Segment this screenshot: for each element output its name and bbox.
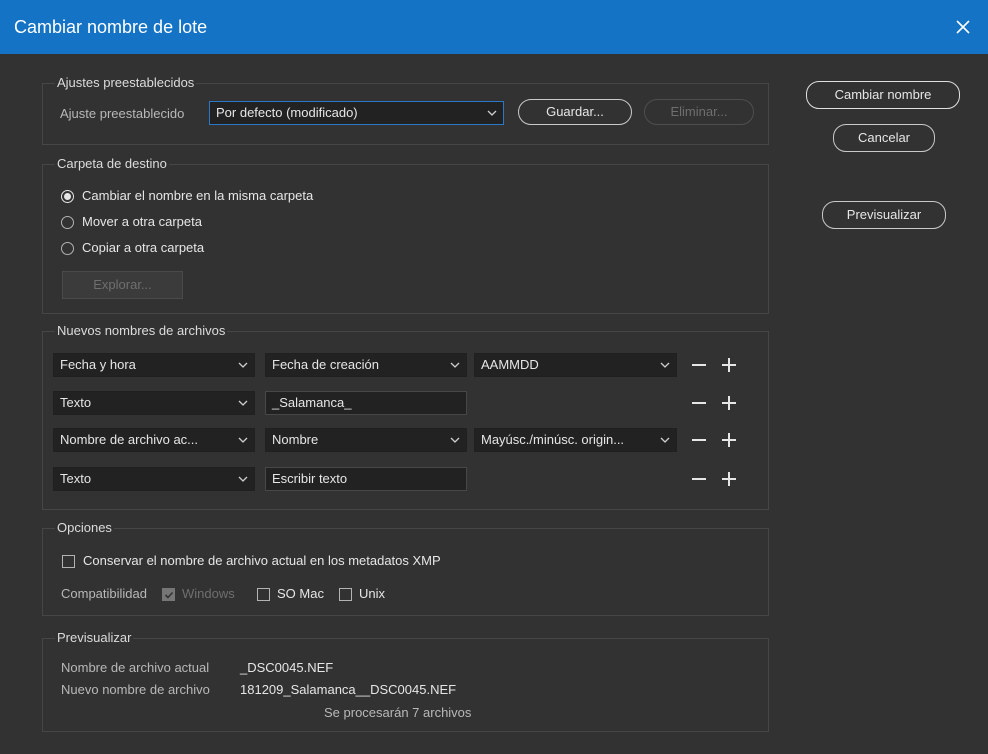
plus-icon[interactable]: [720, 431, 738, 449]
name-row-4-type-value: Texto: [60, 471, 92, 486]
minus-icon[interactable]: [690, 356, 708, 374]
radio-move-folder-label[interactable]: Mover a otra carpeta: [82, 214, 202, 230]
name-row-1-date-source-value: Fecha de creación: [272, 357, 379, 372]
presets-legend: Ajustes preestablecidos: [55, 75, 197, 91]
name-row-3-name-value: Nombre: [272, 432, 319, 447]
preset-select-value: Por defecto (modificado): [216, 105, 358, 120]
file-count-text: Se procesarán 7 archivos: [324, 705, 472, 720]
radio-same-folder-label[interactable]: Cambiar el nombre en la misma carpeta: [82, 188, 313, 204]
rename-button[interactable]: Cambiar nombre: [806, 81, 960, 109]
chevron-down-icon: [238, 362, 248, 368]
radio-copy-folder-label[interactable]: Copiar a otra carpeta: [82, 240, 204, 256]
chevron-down-icon: [660, 362, 670, 368]
minus-icon[interactable]: [690, 431, 708, 449]
chevron-down-icon: [450, 362, 460, 368]
cancel-button[interactable]: Cancelar: [833, 124, 935, 152]
preset-label: Ajuste preestablecido: [60, 106, 185, 121]
mac-label[interactable]: SO Mac: [277, 586, 324, 602]
plus-icon[interactable]: [720, 356, 738, 374]
dialog-body: Ajustes preestablecidos Ajuste preestabl…: [16, 54, 972, 754]
unix-checkbox[interactable]: [339, 588, 352, 601]
current-name-value: _DSC0045.NEF: [240, 660, 334, 675]
unix-label[interactable]: Unix: [359, 586, 385, 602]
new-names-legend: Nuevos nombres de archivos: [55, 323, 228, 339]
compat-label: Compatibilidad: [61, 586, 147, 601]
radio-same-folder[interactable]: [61, 190, 74, 203]
name-row-3-type-select[interactable]: Nombre de archivo ac...: [53, 428, 255, 452]
chevron-down-icon: [238, 437, 248, 443]
windows-label: Windows: [182, 586, 235, 601]
current-name-label: Nombre de archivo actual: [61, 660, 210, 675]
name-row-1-format-select[interactable]: AAMMDD: [474, 353, 677, 377]
delete-preset-button[interactable]: Eliminar...: [644, 99, 754, 125]
name-row-3-case-value: Mayúsc./minúsc. origin...: [481, 432, 625, 447]
name-row-3-case-select[interactable]: Mayúsc./minúsc. origin...: [474, 428, 677, 452]
name-row-1-type-value: Fecha y hora: [60, 357, 136, 372]
name-row-1-type-select[interactable]: Fecha y hora: [53, 353, 255, 377]
name-row-2-text-input[interactable]: _Salamanca_: [265, 391, 467, 415]
preserve-xmp-label[interactable]: Conservar el nombre de archivo actual en…: [83, 553, 441, 569]
name-row-4-text-input[interactable]: Escribir texto: [265, 467, 467, 491]
browse-button[interactable]: Explorar...: [62, 271, 183, 299]
title-bar: Cambiar nombre de lote: [0, 0, 988, 54]
plus-icon[interactable]: [720, 470, 738, 488]
new-name-value: 181209_Salamanca__DSC0045.NEF: [240, 682, 457, 697]
name-row-4-type-select[interactable]: Texto: [53, 467, 255, 491]
chevron-down-icon: [238, 476, 248, 482]
name-row-2-type-value: Texto: [60, 395, 92, 410]
mac-checkbox[interactable]: [257, 588, 270, 601]
windows-checkbox[interactable]: [162, 588, 175, 601]
name-row-2-type-select[interactable]: Texto: [53, 391, 255, 415]
chevron-down-icon: [487, 110, 497, 116]
options-legend: Opciones: [55, 520, 114, 536]
name-row-3-type-value: Nombre de archivo ac...: [60, 432, 199, 447]
name-row-1-format-value: AAMMDD: [481, 357, 539, 372]
plus-icon[interactable]: [720, 394, 738, 412]
chevron-down-icon: [660, 437, 670, 443]
new-name-label: Nuevo nombre de archivo: [61, 682, 210, 697]
name-row-3-name-select[interactable]: Nombre: [265, 428, 467, 452]
preserve-xmp-checkbox[interactable]: [62, 555, 75, 568]
preview-legend: Previsualizar: [55, 630, 134, 646]
preview-button[interactable]: Previsualizar: [822, 201, 946, 229]
close-icon[interactable]: [952, 16, 974, 38]
save-preset-button[interactable]: Guardar...: [518, 99, 632, 125]
minus-icon[interactable]: [690, 470, 708, 488]
checkmark-icon: [164, 591, 174, 599]
chevron-down-icon: [238, 400, 248, 406]
name-row-1-date-source-select[interactable]: Fecha de creación: [265, 353, 467, 377]
options-group: Opciones: [42, 520, 769, 616]
radio-copy-folder[interactable]: [61, 242, 74, 255]
chevron-down-icon: [450, 437, 460, 443]
window-title: Cambiar nombre de lote: [14, 17, 208, 37]
preset-select[interactable]: Por defecto (modificado): [209, 101, 504, 125]
radio-move-folder[interactable]: [61, 216, 74, 229]
minus-icon[interactable]: [690, 394, 708, 412]
destination-legend: Carpeta de destino: [55, 156, 169, 172]
